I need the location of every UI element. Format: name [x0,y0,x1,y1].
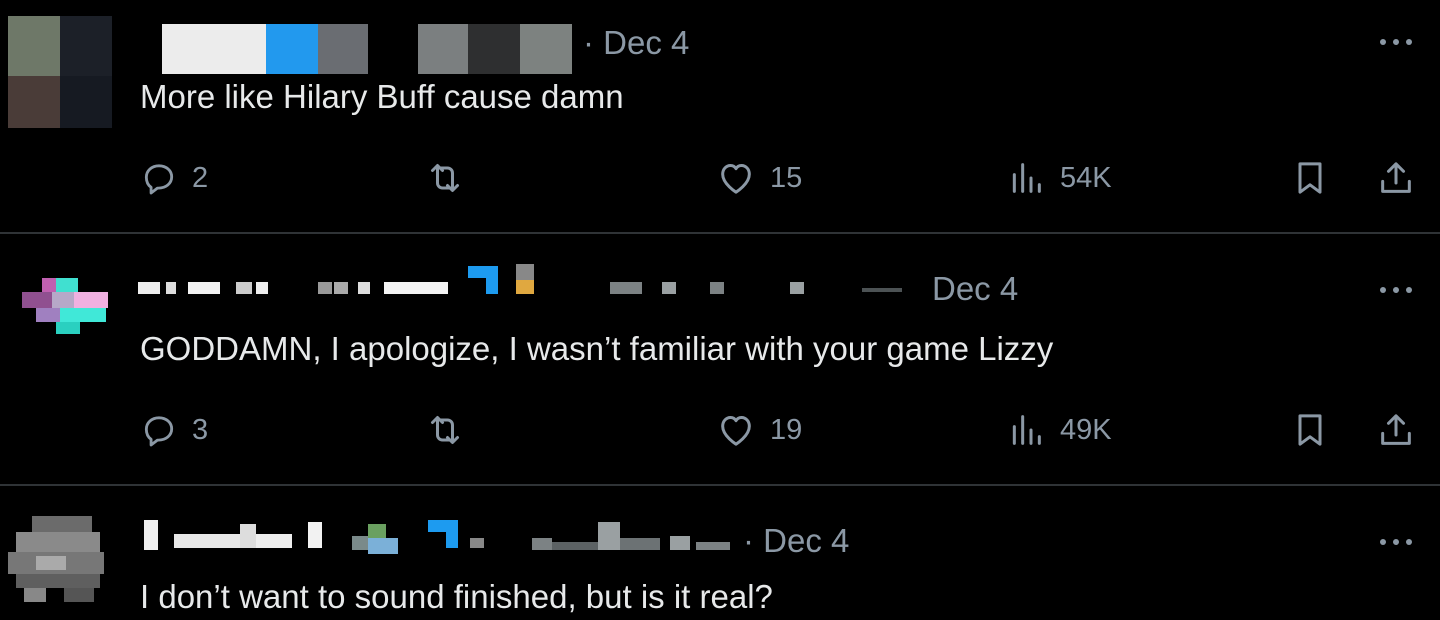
repost-icon [431,416,459,444]
views-icon [1012,163,1041,193]
author-name-redacted[interactable] [160,22,580,74]
reply-icon [144,416,174,447]
reply-icon [144,164,174,195]
tweet-2[interactable]: Dec 4 GODDAMN, I apologize, I wasn’t fam… [0,234,1440,484]
like-count: 19 [770,413,803,446]
repost-button[interactable] [425,156,479,200]
reply-count: 3 [192,413,209,446]
repost-icon [431,164,459,192]
tweet-text: More like Hilary Buff cause damn [140,78,624,115]
like-button[interactable]: 15 [716,156,802,200]
author-name-redacted[interactable] [140,516,750,556]
reply-button[interactable]: 2 [140,156,208,200]
bookmark-icon [1298,414,1322,446]
bookmark-button[interactable] [1290,408,1330,452]
share-icon [1381,162,1411,193]
tweet-date[interactable]: · Dec 4 [743,522,849,560]
bookmark-button[interactable] [1290,156,1330,200]
more-icon[interactable] [1376,36,1416,48]
tweet-date[interactable]: · Dec 4 [583,24,689,62]
views-count: 54K [1060,161,1112,194]
avatar[interactable] [8,16,112,128]
more-icon[interactable] [1376,536,1416,548]
avatar[interactable] [8,516,108,606]
tweet-actions: 2 15 54K [140,156,1430,200]
like-button[interactable]: 19 [716,408,802,452]
heart-icon [721,164,751,194]
author-name-redacted[interactable] [138,264,908,304]
more-icon[interactable] [1376,284,1416,296]
share-button[interactable] [1376,408,1416,452]
views-button[interactable]: 49K [1006,408,1112,452]
share-button[interactable] [1376,156,1416,200]
views-count: 49K [1060,413,1112,446]
tweet-3[interactable]: · Dec 4 I don’t want to sound finished, … [0,486,1440,620]
reply-count: 2 [192,161,209,194]
heart-icon [721,416,751,446]
tweet-text: I don’t want to sound finished, but is i… [140,578,773,615]
tweet-date[interactable]: Dec 4 [932,270,1018,308]
tweet-actions: 3 19 49K [140,408,1430,452]
views-icon [1012,415,1041,445]
tweet-1[interactable]: · Dec 4 More like Hilary Buff cause damn… [0,0,1440,232]
share-icon [1381,414,1411,445]
bookmark-icon [1298,162,1322,194]
tweet-text: GODDAMN, I apologize, I wasn’t familiar … [140,330,1054,367]
like-count: 15 [770,161,803,194]
repost-button[interactable] [425,408,479,452]
views-button[interactable]: 54K [1006,156,1112,200]
avatar[interactable] [16,272,116,352]
reply-button[interactable]: 3 [140,408,208,452]
